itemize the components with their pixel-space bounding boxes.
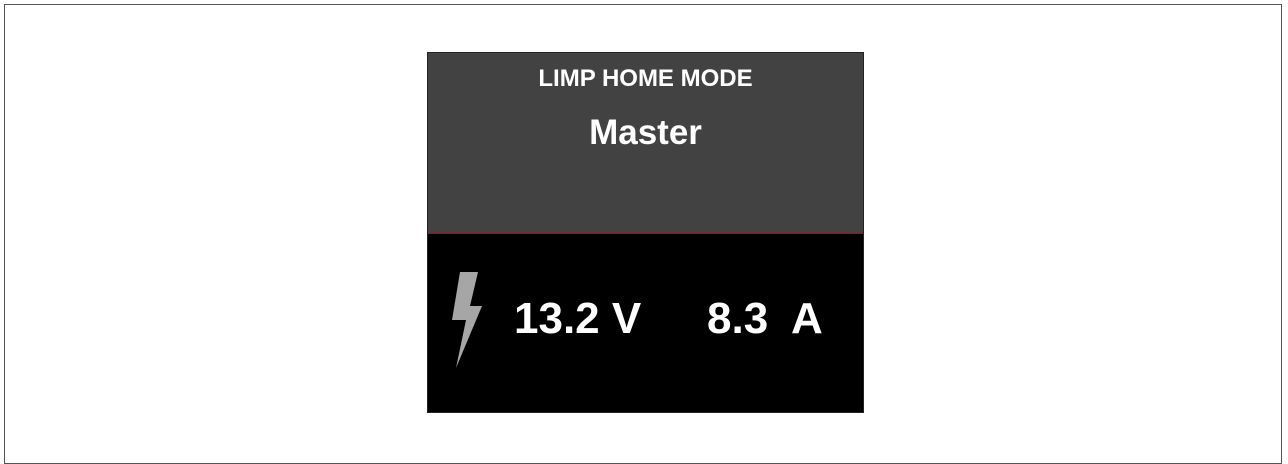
power-readout-panel: 13.2 V 8.3 A <box>428 234 863 412</box>
current-readout: 8.3 A <box>707 294 823 343</box>
status-display: LIMP HOME MODE Master 13.2 V 8.3 A <box>427 52 864 413</box>
voltage-readout: 13.2 V <box>514 294 642 343</box>
lightning-bolt-icon <box>452 272 482 368</box>
mode-title: LIMP HOME MODE <box>538 65 753 92</box>
role-label: Master <box>589 113 702 152</box>
mode-header-panel: LIMP HOME MODE Master <box>428 53 863 233</box>
